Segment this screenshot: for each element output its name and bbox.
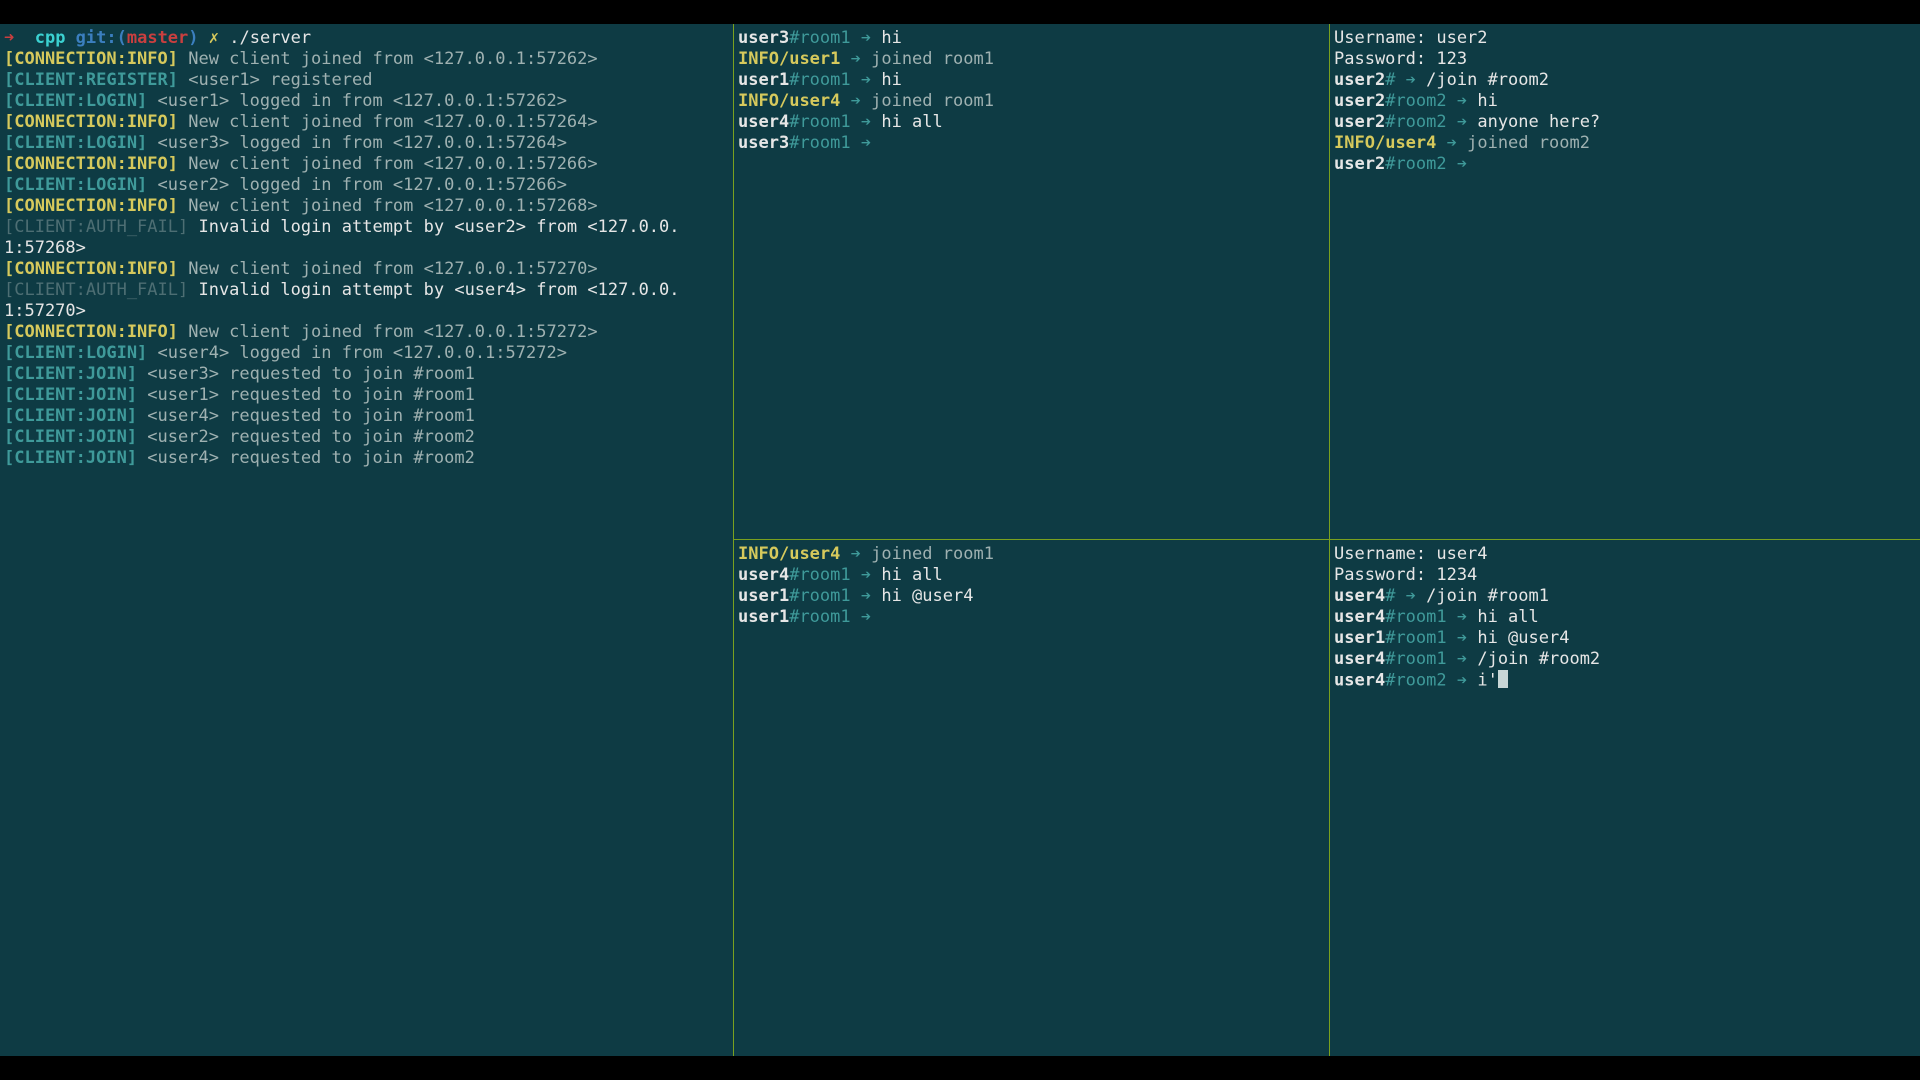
chat-line: INFO/user1 ➔ joined room1 bbox=[738, 49, 1326, 70]
server-log-line: [CLIENT:LOGIN] <user2> logged in from <1… bbox=[4, 175, 730, 196]
chat-line: user1#room1 ➔ hi bbox=[738, 70, 1326, 91]
client-pane-user2[interactable]: Username: user2Password: 123user2# ➔ /jo… bbox=[1330, 24, 1920, 540]
server-log-line: [CLIENT:JOIN] <user1> requested to join … bbox=[4, 385, 730, 406]
chat-line: INFO/user4 ➔ joined room1 bbox=[738, 91, 1326, 112]
chat-input[interactable]: user3#room1 ➔ bbox=[738, 133, 1326, 154]
server-log-line: [CLIENT:LOGIN] <user1> logged in from <1… bbox=[4, 91, 730, 112]
chat-line: Username: user4 bbox=[1334, 544, 1916, 565]
server-log-line: 1:57268> bbox=[4, 238, 730, 259]
chat-input[interactable]: user4#room2 ➔ i' bbox=[1334, 670, 1916, 691]
chat-line: user1#room1 ➔ hi @user4 bbox=[738, 586, 1326, 607]
server-log-line: [CLIENT:JOIN] <user3> requested to join … bbox=[4, 364, 730, 385]
server-log-line: [CLIENT:JOIN] <user4> requested to join … bbox=[4, 448, 730, 469]
chat-input[interactable]: user1#room1 ➔ bbox=[738, 607, 1326, 628]
chat-line: user4#room1 ➔ hi all bbox=[1334, 607, 1916, 628]
chat-line: user2#room2 ➔ hi bbox=[1334, 91, 1916, 112]
chat-line: user4#room1 ➔ /join #room2 bbox=[1334, 649, 1916, 670]
terminal-multiplexer: ➜ cpp git:(master) ✗ ./server[CONNECTION… bbox=[0, 24, 1920, 1056]
server-log-line: [CONNECTION:INFO] New client joined from… bbox=[4, 259, 730, 280]
server-log-line: 1:57270> bbox=[4, 301, 730, 322]
server-log-line: [CONNECTION:INFO] New client joined from… bbox=[4, 112, 730, 133]
chat-line: user2# ➔ /join #room2 bbox=[1334, 70, 1916, 91]
server-log-line: [CLIENT:LOGIN] <user4> logged in from <1… bbox=[4, 343, 730, 364]
chat-line: Username: user2 bbox=[1334, 28, 1916, 49]
chat-line: user3#room1 ➔ hi bbox=[738, 28, 1326, 49]
server-log-pane[interactable]: ➜ cpp git:(master) ✗ ./server[CONNECTION… bbox=[0, 24, 734, 1056]
server-log-line: [CONNECTION:INFO] New client joined from… bbox=[4, 322, 730, 343]
server-log-line: [CONNECTION:INFO] New client joined from… bbox=[4, 154, 730, 175]
pane-divider-vertical bbox=[1329, 24, 1330, 1056]
server-log-line: [CLIENT:AUTH_FAIL] Invalid login attempt… bbox=[4, 280, 730, 301]
pane-divider-horizontal bbox=[734, 539, 1920, 540]
client-pane-user3[interactable]: user3#room1 ➔ hiINFO/user1 ➔ joined room… bbox=[734, 24, 1330, 540]
server-log-line: [CLIENT:AUTH_FAIL] Invalid login attempt… bbox=[4, 217, 730, 238]
chat-line: user4# ➔ /join #room1 bbox=[1334, 586, 1916, 607]
shell-prompt[interactable]: ➜ cpp git:(master) ✗ ./server bbox=[4, 28, 730, 49]
chat-line: user4#room1 ➔ hi all bbox=[738, 112, 1326, 133]
chat-line: Password: 1234 bbox=[1334, 565, 1916, 586]
chat-line: user4#room1 ➔ hi all bbox=[738, 565, 1326, 586]
server-log-line: [CLIENT:REGISTER] <user1> registered bbox=[4, 70, 730, 91]
chat-line: user2#room2 ➔ anyone here? bbox=[1334, 112, 1916, 133]
server-log-line: [CLIENT:LOGIN] <user3> logged in from <1… bbox=[4, 133, 730, 154]
client-pane-user4[interactable]: Username: user4Password: 1234user4# ➔ /j… bbox=[1330, 540, 1920, 1056]
cursor bbox=[1498, 670, 1508, 688]
chat-input[interactable]: user2#room2 ➔ bbox=[1334, 154, 1916, 175]
client-pane-user1[interactable]: INFO/user4 ➔ joined room1user4#room1 ➔ h… bbox=[734, 540, 1330, 1056]
chat-line: Password: 123 bbox=[1334, 49, 1916, 70]
server-log-line: [CLIENT:JOIN] <user2> requested to join … bbox=[4, 427, 730, 448]
server-log-line: [CONNECTION:INFO] New client joined from… bbox=[4, 196, 730, 217]
chat-line: INFO/user4 ➔ joined room1 bbox=[738, 544, 1326, 565]
chat-line: user1#room1 ➔ hi @user4 bbox=[1334, 628, 1916, 649]
server-log-line: [CLIENT:JOIN] <user4> requested to join … bbox=[4, 406, 730, 427]
pane-divider-vertical bbox=[733, 24, 734, 1056]
chat-line: INFO/user4 ➔ joined room2 bbox=[1334, 133, 1916, 154]
server-log-line: [CONNECTION:INFO] New client joined from… bbox=[4, 49, 730, 70]
